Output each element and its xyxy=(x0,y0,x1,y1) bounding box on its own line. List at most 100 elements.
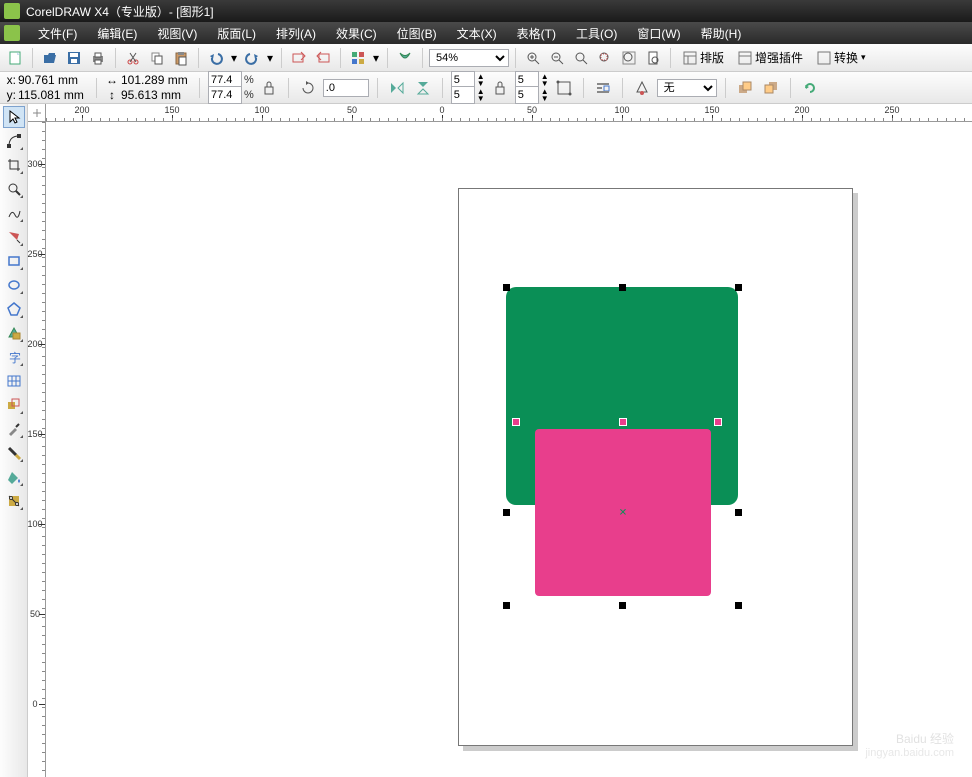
print-button[interactable] xyxy=(87,47,109,69)
menu-help[interactable]: 帮助(H) xyxy=(691,23,752,44)
enhance-plugin-button[interactable]: 增强插件 xyxy=(732,47,809,69)
basic-shapes-tool[interactable] xyxy=(3,322,25,344)
menu-effects[interactable]: 效果(C) xyxy=(326,23,387,44)
vertical-ruler[interactable]: 300250200150100500 xyxy=(28,122,46,777)
selection-handle-bl[interactable] xyxy=(503,602,510,609)
corner-2-input[interactable] xyxy=(451,86,475,104)
y-value[interactable]: 115.081 mm xyxy=(18,88,88,102)
wrap-text-button[interactable] xyxy=(592,77,614,99)
copy-button[interactable] xyxy=(146,47,168,69)
lock-corners-button[interactable] xyxy=(489,77,511,99)
interactive-fill-tool[interactable] xyxy=(3,490,25,512)
text-tool[interactable]: 字 xyxy=(3,346,25,368)
mirror-h-button[interactable] xyxy=(386,77,408,99)
rectangle-tool[interactable] xyxy=(3,250,25,272)
corner-4-input[interactable] xyxy=(515,86,539,104)
selection-handle-tl[interactable] xyxy=(503,284,510,291)
selection-handle-tm[interactable] xyxy=(619,284,626,291)
export-button[interactable] xyxy=(312,47,334,69)
eyedropper-tool[interactable] xyxy=(3,418,25,440)
zoom-all-button[interactable] xyxy=(618,47,640,69)
y-label: y: xyxy=(4,88,16,102)
open-button[interactable] xyxy=(39,47,61,69)
save-button[interactable] xyxy=(63,47,85,69)
scale-y-input[interactable] xyxy=(208,86,242,104)
to-curves-button[interactable] xyxy=(553,77,575,99)
selection-handle-br[interactable] xyxy=(735,602,742,609)
x-value[interactable]: 90.761 mm xyxy=(18,73,88,87)
watermark: Baidu 经验 jingyan.baidu.com xyxy=(865,730,954,759)
layout-button[interactable]: 排版 xyxy=(677,47,730,69)
selection-handle-tr[interactable] xyxy=(735,284,742,291)
spinner-icon[interactable]: ▲▼ xyxy=(541,73,549,87)
welcome-button[interactable] xyxy=(394,47,416,69)
import-button[interactable] xyxy=(288,47,310,69)
corner-group-2: ▲▼ ▲▼ xyxy=(515,73,549,103)
zoom-100-button[interactable] xyxy=(570,47,592,69)
zoom-selection-button[interactable] xyxy=(594,47,616,69)
outline-tool[interactable] xyxy=(3,442,25,464)
app-launcher-dropdown[interactable]: ▾ xyxy=(371,47,381,69)
refresh-button[interactable] xyxy=(799,77,821,99)
shape-handle-tl[interactable] xyxy=(512,418,520,426)
mirror-v-button[interactable] xyxy=(412,77,434,99)
freehand-tool[interactable] xyxy=(3,202,25,224)
shape-handle-tr[interactable] xyxy=(714,418,722,426)
to-back-button[interactable] xyxy=(760,77,782,99)
workspace: 字 20015010050050100150200250300 30025020… xyxy=(0,104,972,777)
canvas-area[interactable]: 20015010050050100150200250300 3002502001… xyxy=(28,104,972,777)
selection-handle-ml[interactable] xyxy=(503,509,510,516)
menu-table[interactable]: 表格(T) xyxy=(507,23,566,44)
crop-tool[interactable] xyxy=(3,154,25,176)
menu-file[interactable]: 文件(F) xyxy=(28,23,87,44)
height-value[interactable]: 95.613 mm xyxy=(121,88,191,102)
table-tool[interactable] xyxy=(3,370,25,392)
spinner-icon[interactable]: ▲▼ xyxy=(477,88,485,102)
selection-handle-mr[interactable] xyxy=(735,509,742,516)
paste-button[interactable] xyxy=(170,47,192,69)
convert-button[interactable]: 转换▾ xyxy=(811,47,872,69)
zoom-in-button[interactable] xyxy=(522,47,544,69)
horizontal-ruler[interactable]: 20015010050050100150200250300 xyxy=(46,104,972,122)
menu-arrange[interactable]: 排列(A) xyxy=(266,23,326,44)
pick-tool[interactable] xyxy=(3,106,25,128)
spinner-icon[interactable]: ▲▼ xyxy=(477,73,485,87)
zoom-tool[interactable] xyxy=(3,178,25,200)
smart-tool[interactable] xyxy=(3,226,25,248)
menu-layout[interactable]: 版面(L) xyxy=(207,23,266,44)
outline-width-icon xyxy=(631,77,653,99)
menu-bitmaps[interactable]: 位图(B) xyxy=(387,23,447,44)
menu-edit[interactable]: 编辑(E) xyxy=(87,23,147,44)
page-view[interactable]: ✕ Baidu 经验 jingyan.baidu.com xyxy=(46,122,972,777)
menu-tools[interactable]: 工具(O) xyxy=(566,23,627,44)
fill-tool[interactable] xyxy=(3,466,25,488)
undo-button[interactable] xyxy=(205,47,227,69)
lock-ratio-button[interactable] xyxy=(258,77,280,99)
menu-window[interactable]: 窗口(W) xyxy=(627,23,690,44)
shape-tool[interactable] xyxy=(3,130,25,152)
ruler-v-label: 0 xyxy=(32,699,37,709)
rotation-input[interactable] xyxy=(323,79,369,97)
zoom-out-button[interactable] xyxy=(546,47,568,69)
menu-view[interactable]: 视图(V) xyxy=(147,23,207,44)
ellipse-tool[interactable] xyxy=(3,274,25,296)
redo-button[interactable] xyxy=(241,47,263,69)
spinner-icon[interactable]: ▲▼ xyxy=(541,88,549,102)
shape-handle-tm[interactable] xyxy=(619,418,627,426)
ruler-origin[interactable] xyxy=(28,104,46,122)
zoom-dropdown[interactable]: 54% xyxy=(429,49,509,67)
cut-button[interactable] xyxy=(122,47,144,69)
outline-width-dropdown[interactable]: 无 xyxy=(657,79,717,97)
new-button[interactable] xyxy=(4,47,26,69)
width-value[interactable]: 101.289 mm xyxy=(121,73,191,87)
redo-dropdown[interactable]: ▾ xyxy=(265,47,275,69)
effects-tool[interactable] xyxy=(3,394,25,416)
undo-dropdown[interactable]: ▾ xyxy=(229,47,239,69)
app-launcher-button[interactable] xyxy=(347,47,369,69)
selection-handle-bm[interactable] xyxy=(619,602,626,609)
to-front-button[interactable] xyxy=(734,77,756,99)
menu-text[interactable]: 文本(X) xyxy=(447,23,507,44)
zoom-page-button[interactable] xyxy=(642,47,664,69)
standard-toolbar: ▾ ▾ ▾ 54% 排版 增强插件 转换▾ xyxy=(0,44,972,72)
polygon-tool[interactable] xyxy=(3,298,25,320)
